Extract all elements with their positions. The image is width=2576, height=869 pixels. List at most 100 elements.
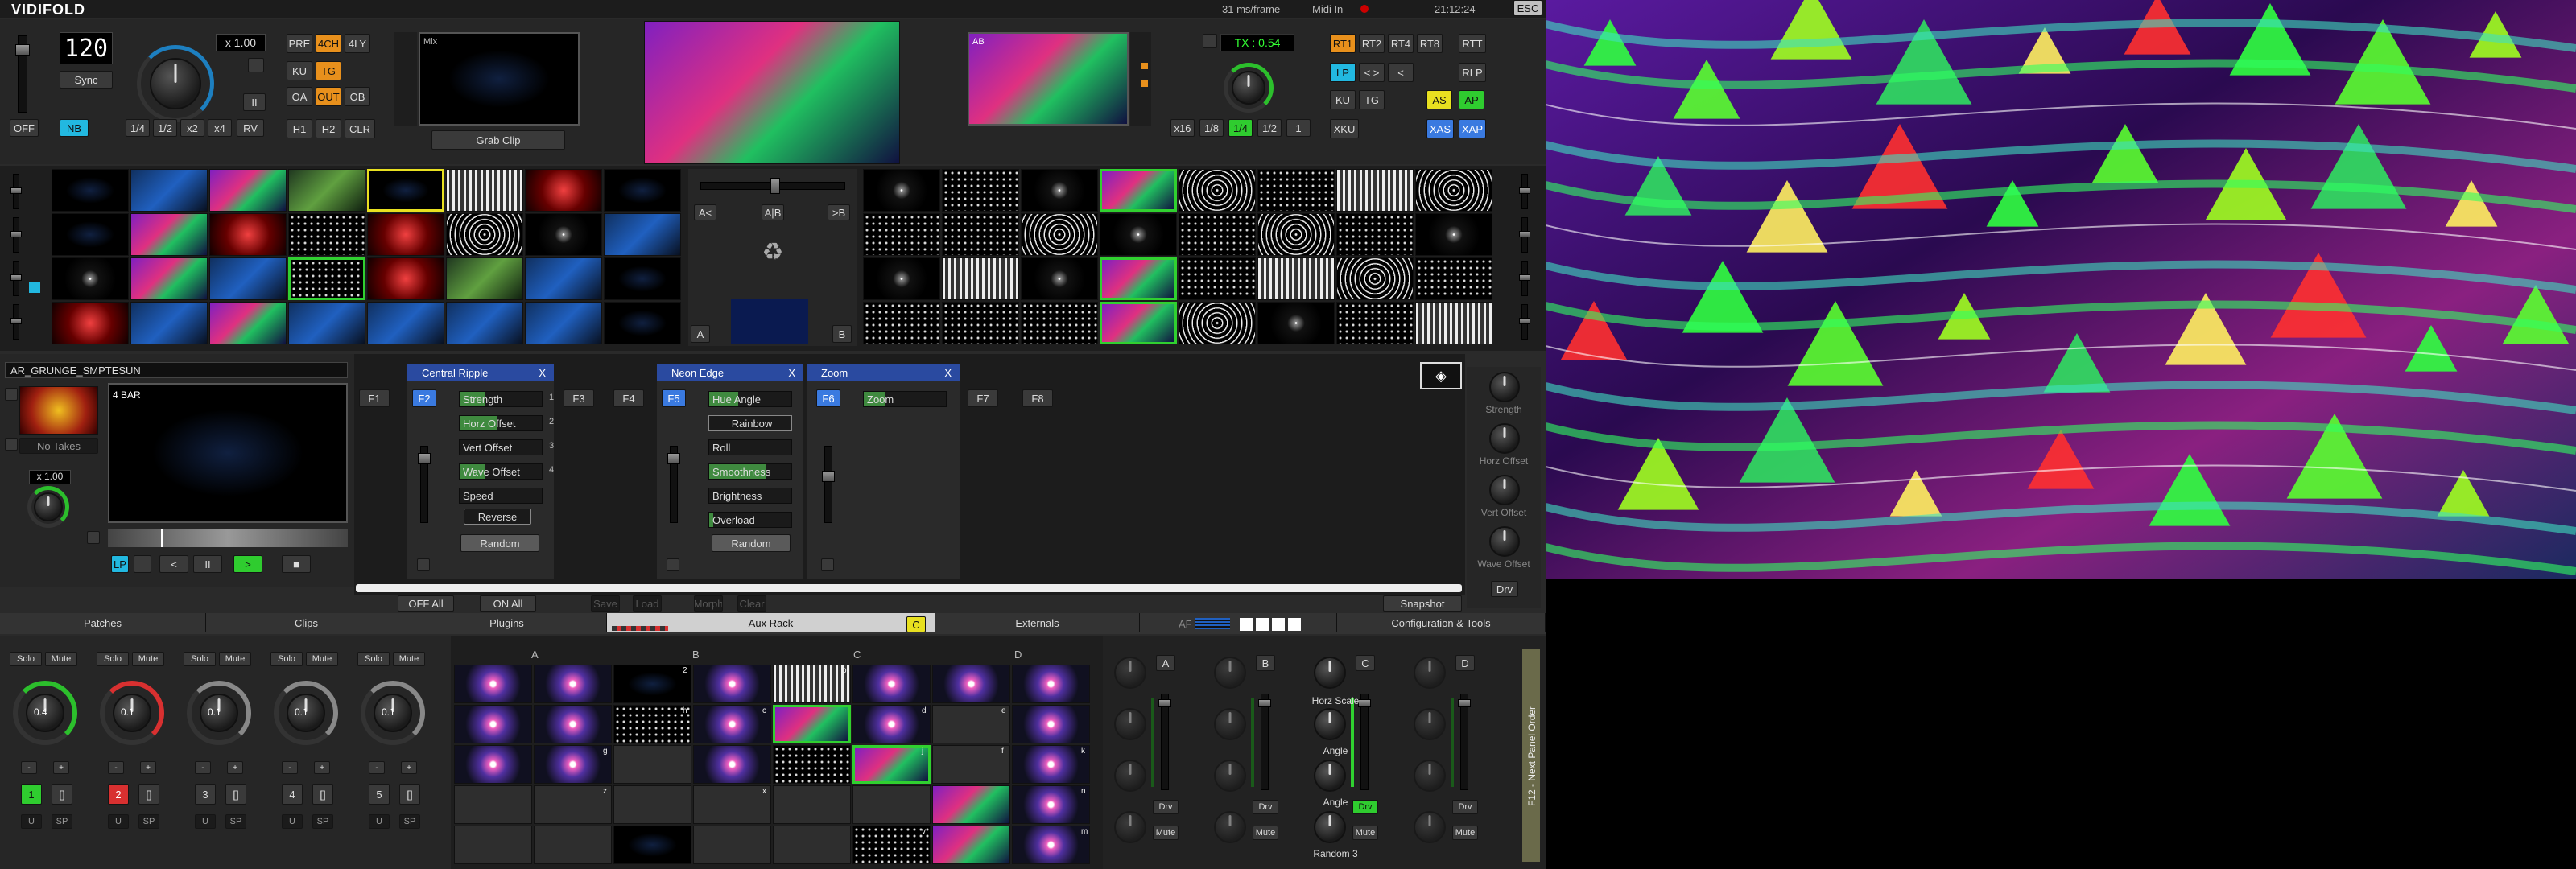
mute-button[interactable]: Mute	[219, 652, 251, 666]
clip-slot[interactable]	[130, 169, 208, 212]
aux-clip-slot[interactable]	[454, 705, 532, 743]
tg-button[interactable]: TG	[316, 61, 341, 80]
mix-preview[interactable]	[419, 32, 580, 126]
aux-clip-slot[interactable]	[693, 705, 771, 743]
channel-number-button[interactable]: 3	[195, 784, 216, 805]
neon-random-button[interactable]: Random	[712, 534, 791, 552]
rtt-button[interactable]: RTT	[1459, 34, 1486, 53]
aux-clip-slot[interactable]	[773, 745, 851, 784]
fx-param[interactable]: Strength	[459, 391, 543, 407]
fx-slot-f7[interactable]: F7	[968, 389, 998, 407]
aux-mute-button[interactable]: Mute	[1352, 826, 1378, 840]
beat-button[interactable]: 1/4	[126, 119, 150, 137]
clip-slot[interactable]	[288, 169, 365, 212]
solo-button[interactable]: Solo	[10, 652, 42, 666]
clip-slot[interactable]	[525, 302, 602, 344]
aux-clip-slot[interactable]	[693, 826, 771, 864]
tab-patches[interactable]: Patches	[0, 613, 206, 632]
aux-knob[interactable]	[1414, 708, 1446, 740]
aux-clip-slot[interactable]	[693, 665, 771, 703]
ku-button-right[interactable]: KU	[1330, 90, 1356, 109]
aux-clip-slot[interactable]	[534, 826, 612, 864]
channel-loop-button[interactable]: []	[138, 784, 159, 805]
clip-slot[interactable]	[446, 257, 523, 300]
channel-minus[interactable]: -	[21, 761, 37, 774]
clip-slot[interactable]	[863, 257, 940, 300]
fx-param[interactable]: Wave Offset	[459, 463, 543, 480]
aux-clip-slot[interactable]	[852, 745, 931, 784]
rt4-button[interactable]: RT4	[1388, 34, 1414, 53]
solo-button[interactable]: Solo	[184, 652, 216, 666]
clip-slot[interactable]	[288, 257, 365, 300]
aux-fader[interactable]	[1158, 694, 1171, 790]
mute-button[interactable]: Mute	[393, 652, 425, 666]
ap-button[interactable]: AP	[1459, 90, 1484, 109]
aux-drv-button[interactable]: Drv	[1253, 800, 1278, 814]
aux-clip-slot[interactable]	[852, 705, 931, 743]
off-all-button[interactable]: OFF All	[398, 595, 454, 612]
channel-loop-button[interactable]: []	[52, 784, 72, 805]
clip-slot[interactable]	[863, 302, 940, 344]
aux-column-button[interactable]: D	[1455, 655, 1475, 671]
deck-stop-button[interactable]: ■	[282, 555, 311, 573]
aux-knob[interactable]	[1214, 657, 1246, 689]
clip-slot[interactable]	[942, 169, 1019, 212]
xap-button[interactable]: XAP	[1459, 119, 1486, 138]
aux-knob[interactable]	[1314, 811, 1346, 843]
back-button[interactable]: <	[1388, 63, 1414, 82]
fx-f2-toggle[interactable]	[417, 558, 430, 571]
fx-param[interactable]: Hue Angle	[708, 391, 792, 407]
grab-clip-button[interactable]: Grab Clip	[431, 130, 565, 150]
clip-slot[interactable]	[209, 169, 287, 212]
tab-configuration[interactable]: Configuration & Tools	[1336, 613, 1546, 632]
clip-slot[interactable]	[525, 257, 602, 300]
mute-button[interactable]: Mute	[132, 652, 164, 666]
aux-clip-slot[interactable]	[773, 826, 851, 864]
mute-button[interactable]: Mute	[45, 652, 77, 666]
wave-offset-knob[interactable]	[1489, 526, 1520, 557]
clip-slot[interactable]	[130, 213, 208, 256]
clip-slot[interactable]	[525, 213, 602, 256]
channel-loop-button[interactable]: []	[225, 784, 246, 805]
u-button[interactable]: U	[195, 814, 216, 829]
layer-select[interactable]	[29, 282, 40, 293]
clip-slot[interactable]	[1336, 169, 1414, 212]
as-button[interactable]: AS	[1426, 90, 1452, 109]
rt2-button[interactable]: RT2	[1359, 34, 1385, 53]
fx-param[interactable]: Horz Offset	[459, 415, 543, 431]
channel-minus[interactable]: -	[369, 761, 385, 774]
clip-slot[interactable]	[1021, 302, 1098, 344]
fx-load-button[interactable]: Load	[633, 595, 662, 612]
aux-clip-slot[interactable]	[773, 705, 851, 743]
pre-button[interactable]: PRE	[287, 34, 312, 53]
pingpong-button[interactable]: < >	[1359, 63, 1385, 82]
clip-slot[interactable]	[1021, 213, 1098, 256]
clip-slot[interactable]	[367, 302, 444, 344]
clip-slot[interactable]	[52, 169, 129, 212]
ku-button[interactable]: KU	[287, 61, 312, 80]
clip-slot[interactable]	[1257, 302, 1335, 344]
af-slot[interactable]	[1288, 618, 1301, 631]
solo-button[interactable]: Solo	[270, 652, 303, 666]
af-slot[interactable]	[1256, 618, 1269, 631]
clip-slot[interactable]	[604, 302, 681, 344]
clip-slot[interactable]	[1257, 257, 1335, 300]
clip-slot[interactable]	[1415, 169, 1492, 212]
clr-button[interactable]: CLR	[345, 119, 375, 138]
aux-column-button[interactable]: C	[1356, 655, 1375, 671]
sync-button[interactable]: Sync	[60, 71, 113, 89]
af-slot[interactable]	[1240, 618, 1253, 631]
solo-button[interactable]: Solo	[97, 652, 129, 666]
aux-clip-slot[interactable]	[693, 785, 771, 824]
fx-slot-f5[interactable]: F5	[662, 389, 686, 407]
aux-clip-slot[interactable]	[454, 785, 532, 824]
pause-button[interactable]: II	[243, 93, 266, 111]
tx-division-button[interactable]: 1/4	[1228, 119, 1253, 137]
aux-clip-slot[interactable]	[773, 785, 851, 824]
u-button[interactable]: U	[21, 814, 42, 829]
clip-slot[interactable]	[1021, 169, 1098, 212]
channel-minus[interactable]: -	[195, 761, 211, 774]
clip-slot[interactable]	[525, 169, 602, 212]
horz-offset-knob[interactable]	[1489, 423, 1520, 454]
h1-button[interactable]: H1	[287, 119, 312, 138]
